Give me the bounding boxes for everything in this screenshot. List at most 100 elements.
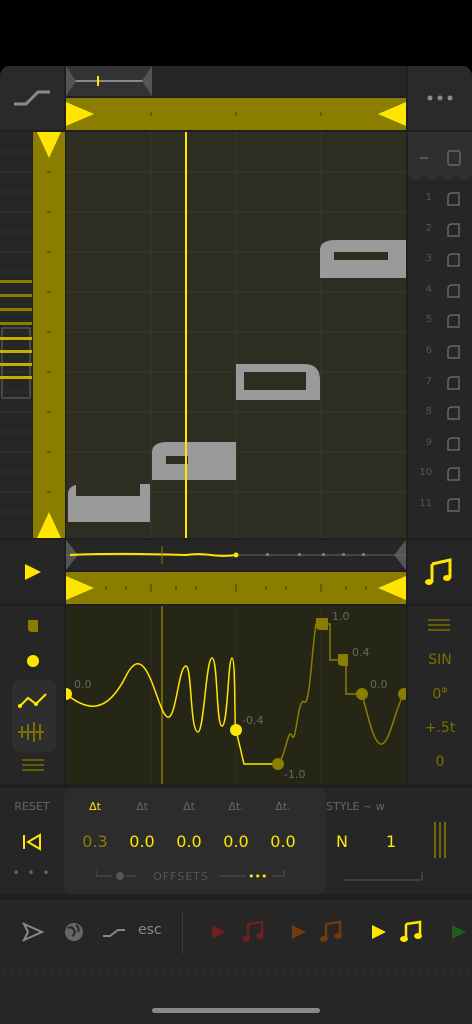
track-row[interactable]: 1: [408, 184, 472, 214]
delta-header[interactable]: Δt: [72, 800, 118, 813]
automation-overview[interactable]: [66, 540, 406, 570]
more-dots-icon: [427, 95, 453, 101]
music-note-icon: [242, 920, 264, 942]
track-row[interactable]: 11: [408, 490, 472, 520]
play-icon: [372, 925, 386, 939]
globe-button[interactable]: [60, 918, 88, 946]
lfo-phase-value[interactable]: 0Φ: [408, 686, 472, 703]
track-row[interactable]: 6: [408, 337, 472, 367]
envelope-ramp-icon: [14, 90, 50, 106]
note-grid[interactable]: [66, 132, 406, 538]
track-2-play[interactable]: [284, 918, 312, 946]
svg-text:0.0: 0.0: [370, 678, 388, 691]
toolbar-divider: [182, 912, 183, 954]
track-row[interactable]: 5: [408, 306, 472, 336]
esc-button[interactable]: esc: [138, 922, 162, 938]
delta-value[interactable]: 0.0: [119, 832, 165, 851]
right-bracket: [344, 872, 423, 881]
style-value[interactable]: N: [336, 832, 348, 851]
automation-curve-editor[interactable]: 0.0 -0.4 -1.0 1.0 0.4 0.0: [60, 606, 410, 784]
delta-header[interactable]: Δt.: [260, 800, 306, 813]
delta-header[interactable]: Δt: [119, 800, 165, 813]
track-2-note[interactable]: [318, 918, 346, 946]
track-number: 5: [425, 314, 432, 326]
delta-values: 0.3 0.0 0.0 0.0 0.0: [72, 832, 312, 854]
track-clip-icon: [447, 375, 460, 390]
lfo-amp-value[interactable]: 0: [408, 754, 472, 770]
top-right-button[interactable]: [408, 66, 472, 130]
track-row[interactable]: 8: [408, 398, 472, 428]
note-button[interactable]: [408, 540, 472, 604]
delta-value[interactable]: 0.0: [260, 832, 306, 851]
automation-curve-graphic: 0.0 -0.4 -1.0 1.0 0.4 0.0: [60, 606, 410, 784]
play-icon: [292, 925, 306, 939]
menu-lines-icon[interactable]: [22, 759, 44, 771]
curve-point-5: [338, 654, 348, 666]
left-dots[interactable]: • • •: [0, 866, 64, 880]
curve-point-2: [230, 724, 242, 736]
lfo-shape-label[interactable]: SIN: [408, 652, 472, 668]
curve-point-6: [356, 688, 368, 700]
delta-header[interactable]: Δt: [166, 800, 212, 813]
track-clip-icon: [447, 192, 460, 206]
delta-value[interactable]: 0.0: [213, 832, 259, 851]
curve-point-3: [272, 758, 284, 770]
track-number: 11: [419, 498, 432, 509]
globe-icon: [65, 923, 83, 941]
rewind-button[interactable]: [18, 830, 46, 854]
track-list[interactable]: 1 2 3 4 5 6 7 8 9 10 11: [408, 132, 472, 538]
panel-handle[interactable]: [428, 820, 452, 860]
track-clip-icon: [447, 345, 460, 359]
track-4-play[interactable]: [444, 918, 472, 946]
lfo-params: SIN 0Φ +.5t 0: [408, 606, 472, 784]
track-row[interactable]: 2: [408, 215, 472, 245]
w-value[interactable]: 1: [386, 832, 396, 851]
lfo-menu-icon[interactable]: [408, 606, 472, 636]
ramp-button[interactable]: [100, 918, 128, 946]
track-row[interactable]: 4: [408, 276, 472, 306]
offsets-dots[interactable]: •••: [248, 870, 267, 883]
track-1-play[interactable]: [204, 918, 232, 946]
reset-label[interactable]: RESET: [0, 800, 64, 813]
track-1-note[interactable]: [240, 918, 268, 946]
track-number: 1: [425, 192, 432, 203]
note-grid-graphic: [66, 132, 406, 538]
delta-value[interactable]: 0.0: [166, 832, 212, 851]
drop-shape-icon[interactable]: [28, 620, 38, 632]
piano-keys-strip[interactable]: [0, 132, 32, 538]
pitch-range-bar-graphic: [37, 132, 61, 538]
style-label[interactable]: STYLE ~ w: [326, 800, 385, 813]
play-icon: [212, 925, 226, 939]
music-note-icon: [320, 920, 342, 942]
automation-range-bar[interactable]: [66, 572, 406, 604]
lfo-rate-value[interactable]: +.5t: [408, 720, 472, 736]
piano-keys-graphic: [0, 151, 32, 513]
app-window: 1 2 3 4 5 6 7 8 9 10 11 0.0 -0.4 -1.0 1.…: [0, 66, 472, 1024]
track-number: 10: [419, 467, 432, 479]
track-3-note[interactable]: [398, 918, 426, 946]
point-tool-icon[interactable]: [27, 655, 39, 667]
time-range-bar[interactable]: [66, 98, 406, 130]
play-button[interactable]: [0, 540, 64, 604]
track-row[interactable]: 10: [408, 459, 472, 489]
top-left-button[interactable]: [0, 66, 64, 130]
track-number: 7: [425, 375, 432, 387]
track-row[interactable]: 7: [408, 368, 472, 398]
track-row[interactable]: 9: [408, 429, 472, 459]
svg-text:-1.0: -1.0: [284, 768, 305, 781]
track-number: 6: [425, 345, 432, 356]
track-number: 9: [425, 436, 432, 448]
send-button[interactable]: [18, 918, 46, 946]
delta-value[interactable]: 0.3: [72, 832, 118, 851]
automation-overview-graphic: [66, 540, 406, 570]
overview-strip[interactable]: [66, 66, 406, 96]
send-icon: [21, 921, 45, 943]
pitch-range-bar[interactable]: [33, 132, 65, 538]
bottom-ruler: [3, 966, 469, 974]
track-row[interactable]: 3: [408, 245, 472, 275]
overview-strip-graphic: [66, 66, 152, 96]
home-indicator: [152, 1008, 320, 1013]
delta-header[interactable]: Δt.: [213, 800, 259, 813]
track-3-play[interactable]: [364, 918, 392, 946]
note-block-2: [152, 442, 236, 480]
